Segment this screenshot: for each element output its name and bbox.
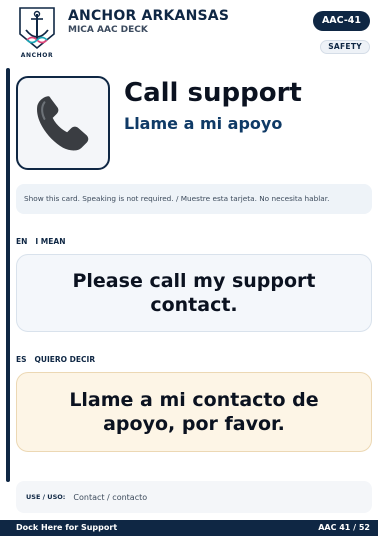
anchor-logo: ANCHOR (19, 7, 55, 59)
usage-box: USE / USO: Contact / contacto (16, 481, 372, 513)
instruction-banner: Show this card. Speaking is not required… (16, 184, 372, 214)
brand-title: ANCHOR ARKANSAS (68, 8, 230, 24)
phone-icon (37, 96, 89, 151)
card-title: Call support (124, 78, 302, 108)
english-label-text: I MEAN (35, 237, 66, 246)
spanish-lang-code: ES (16, 355, 27, 364)
card-subtitle: Llame a mi apoyo (124, 114, 283, 133)
usage-label: USE / USO: (26, 493, 66, 501)
english-lang-code: EN (16, 237, 28, 246)
brand-subtitle: MICA AAC DECK (68, 25, 148, 35)
accent-bar (6, 68, 10, 482)
card-code-badge: AAC-41 (312, 11, 370, 31)
footer-deck-name: Dock Here for Support (16, 523, 118, 532)
english-label: EN I MEAN (16, 237, 65, 246)
logo-text: ANCHOR (21, 52, 53, 59)
spanish-label-text: QUIERO DECIR (34, 355, 96, 364)
usage-value: Contact / contacto (73, 492, 148, 502)
english-phrase-card[interactable]: Please call my support contact. (16, 254, 372, 332)
spanish-label: ES QUIERO DECIR (16, 355, 95, 364)
footer-page-count: AAC 41 / 52 (318, 523, 370, 532)
card-header: ANCHOR ANCHOR ARKANSAS MICA AAC DECK AAC… (0, 0, 378, 64)
spanish-phrase-card[interactable]: Llame a mi contacto de apoyo, por favor. (16, 372, 372, 452)
card-icon-box (16, 76, 110, 170)
category-tag-badge: SAFETY (320, 40, 370, 54)
card-footer: Dock Here for Support AAC 41 / 52 (0, 520, 378, 536)
